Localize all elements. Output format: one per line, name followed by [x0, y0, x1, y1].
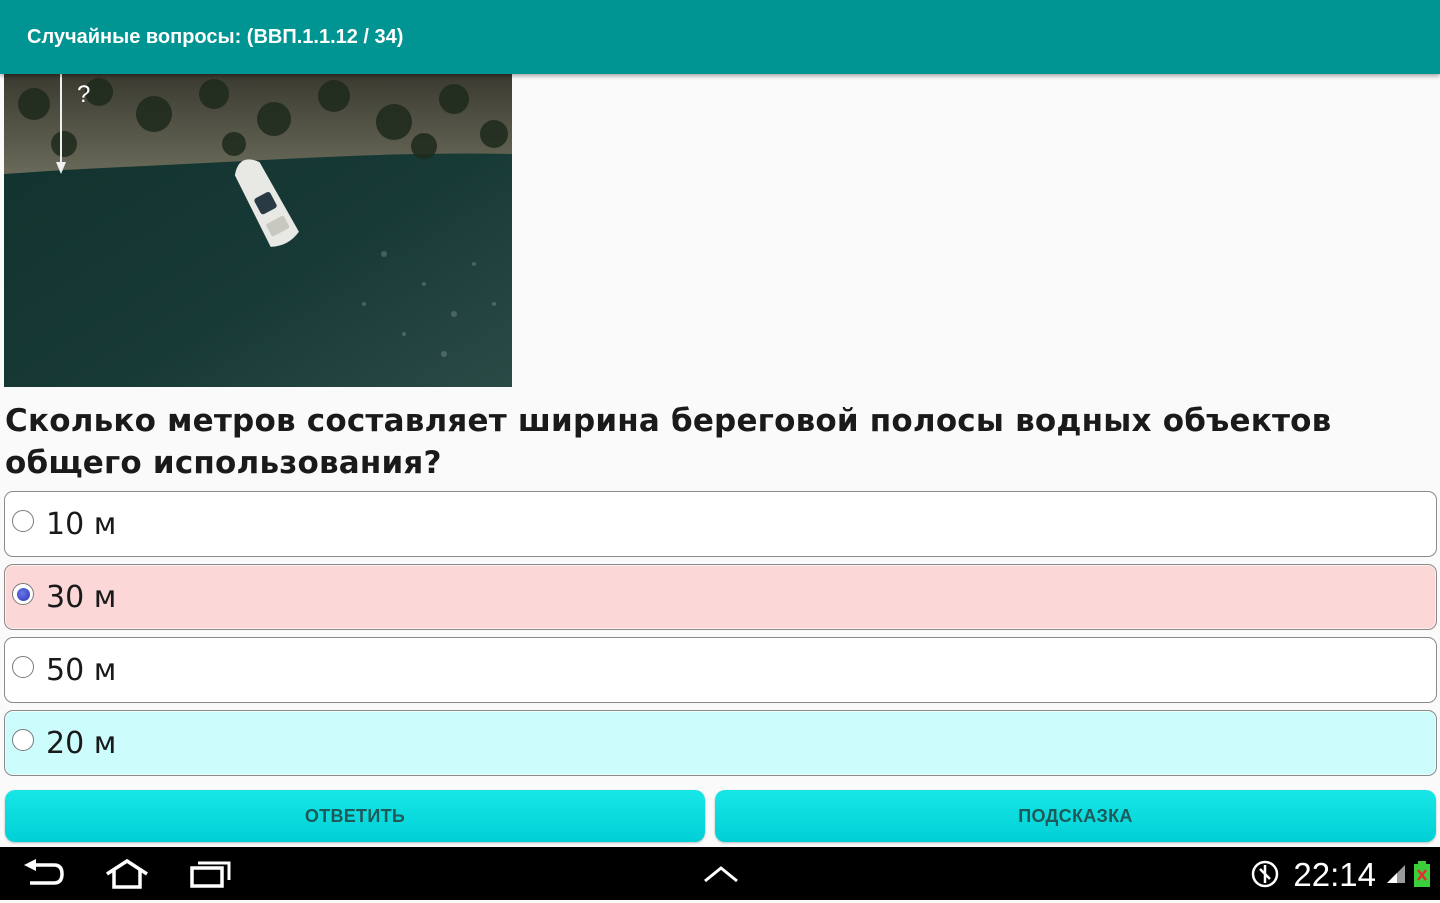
system-navigation-bar: 22:14: [0, 847, 1440, 900]
shore-boat-photo: ?: [4, 74, 512, 387]
answer-option-30m[interactable]: 30 м: [4, 564, 1437, 630]
answer-button[interactable]: ОТВЕТИТЬ: [5, 790, 705, 842]
chevron-up-icon[interactable]: [703, 847, 739, 900]
option-label: 50 м: [46, 652, 117, 688]
question-image: ?: [4, 74, 512, 387]
radio-button-selected[interactable]: [12, 583, 34, 605]
app-title: Случайные вопросы: (ВВП.1.1.12 / 34): [27, 25, 404, 48]
recent-apps-icon[interactable]: [189, 847, 233, 900]
status-clock: 22:14: [1293, 856, 1376, 893]
data-saver-icon: [1250, 847, 1280, 900]
option-label: 30 м: [46, 579, 117, 615]
answer-option-10m[interactable]: 10 м: [4, 491, 1437, 557]
answer-option-50m[interactable]: 50 м: [4, 637, 1437, 703]
answer-option-20m[interactable]: 20 м: [4, 710, 1437, 776]
option-label: 10 м: [46, 506, 117, 542]
question-text: Сколько метров составляет ширина берегов…: [5, 403, 1332, 481]
radio-dot: [16, 587, 30, 601]
radio-button[interactable]: [12, 510, 34, 532]
radio-button[interactable]: [12, 729, 34, 751]
radio-button[interactable]: [12, 656, 34, 678]
home-icon[interactable]: [103, 847, 151, 900]
battery-icon: [1413, 847, 1431, 900]
hint-button[interactable]: ПОДСКАЗКА: [715, 790, 1436, 842]
back-icon[interactable]: [22, 847, 66, 900]
app-bar: Случайные вопросы: (ВВП.1.1.12 / 34): [0, 0, 1440, 74]
option-label: 20 м: [46, 725, 117, 761]
signal-icon: [1385, 847, 1407, 900]
measure-question-mark: ?: [77, 81, 90, 108]
